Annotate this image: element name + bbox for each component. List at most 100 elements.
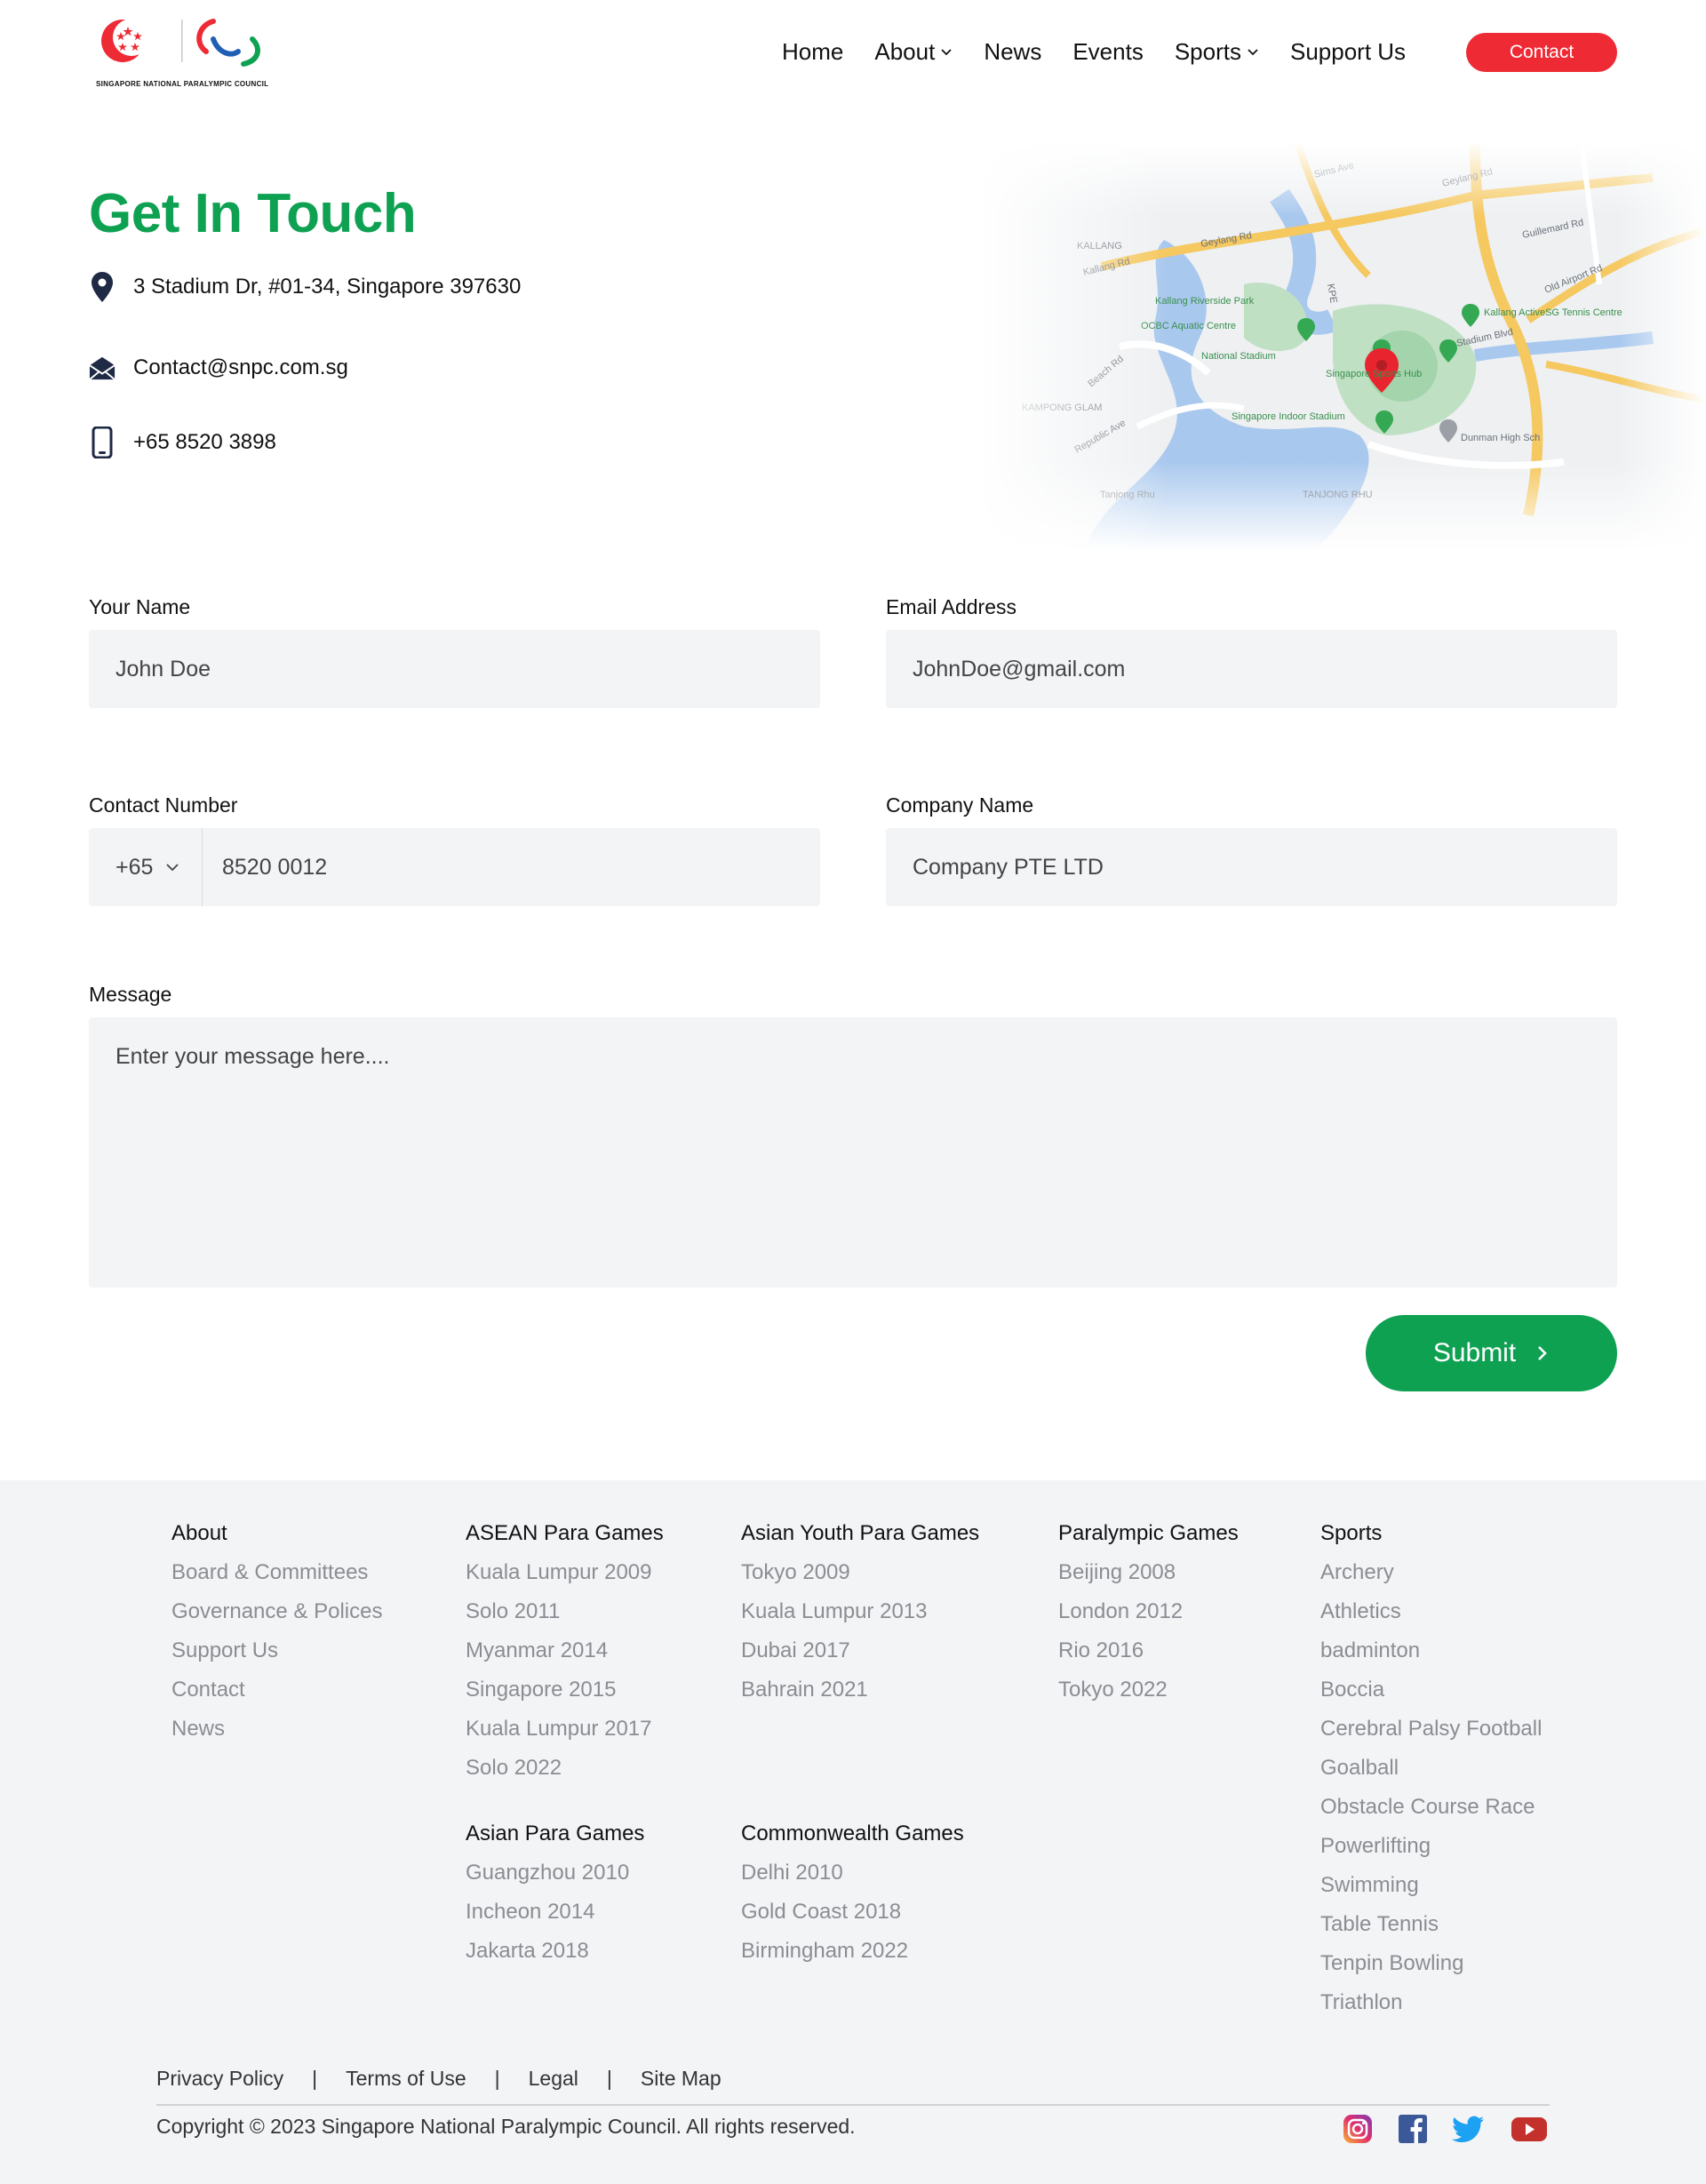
company-name-input[interactable]: Company PTE LTD xyxy=(886,828,1617,906)
privacy-policy-link[interactable]: Privacy Policy xyxy=(156,2067,283,2091)
country-code-value: +65 xyxy=(116,854,154,880)
footer-link[interactable]: Solo 2022 xyxy=(466,1749,664,1788)
twitter-icon[interactable] xyxy=(1452,2113,1484,2145)
map-label: OCBC Aquatic Centre xyxy=(1141,321,1236,331)
footer-divider xyxy=(156,2104,1550,2106)
site-header: SINGAPORE NATIONAL PARALYMPIC COUNCIL Ho… xyxy=(0,0,1706,107)
footer-link[interactable]: Solo 2011 xyxy=(466,1592,664,1631)
footer-heading: About xyxy=(171,1521,227,1545)
footer-link[interactable]: Governance & Polices xyxy=(171,1592,382,1631)
nav-about-label: About xyxy=(874,37,936,65)
message-label: Message xyxy=(89,983,172,1006)
contact-number-label: Contact Number xyxy=(89,793,238,817)
footer-link[interactable]: Incheon 2014 xyxy=(466,1893,644,1932)
footer-link[interactable]: Support Us xyxy=(171,1631,382,1670)
map-label: KAMPONG GLAM xyxy=(1022,403,1102,413)
legal-links: Privacy Policy | Terms of Use | Legal | … xyxy=(156,2067,721,2091)
footer-heading: Asian Youth Para Games xyxy=(741,1521,980,1545)
footer-link[interactable]: Guangzhou 2010 xyxy=(466,1853,644,1893)
footer-link[interactable]: News xyxy=(171,1710,382,1749)
copyright-text: Copyright © 2023 Singapore National Para… xyxy=(156,2115,856,2138)
main-nav: Home About News Events Sports Support Us xyxy=(782,32,1437,71)
legal-link[interactable]: Legal xyxy=(529,2067,578,2091)
footer-link[interactable]: Contact xyxy=(171,1670,382,1710)
footer-link[interactable]: Kuala Lumpur 2017 xyxy=(466,1710,664,1749)
nav-sports-label: Sports xyxy=(1174,37,1241,65)
footer-link[interactable]: Swimming xyxy=(1320,1866,1542,1905)
footer-link[interactable]: Triathlon xyxy=(1320,1983,1542,2022)
nav-support-us-label: Support Us xyxy=(1289,37,1407,65)
name-label: Your Name xyxy=(89,595,191,618)
nav-support-us[interactable]: Support Us xyxy=(1290,38,1406,66)
nav-events-label: Events xyxy=(1072,37,1144,65)
nav-news[interactable]: News xyxy=(984,38,1041,66)
country-code-select[interactable]: +65 xyxy=(89,828,203,906)
chevron-down-icon xyxy=(166,864,179,872)
footer-link[interactable]: Powerlifting xyxy=(1320,1827,1542,1866)
nav-about[interactable]: About xyxy=(874,38,953,66)
footer-link[interactable]: badminton xyxy=(1320,1631,1542,1670)
footer-link[interactable]: Table Tennis xyxy=(1320,1905,1542,1944)
footer-link[interactable]: Kuala Lumpur 2009 xyxy=(466,1553,664,1592)
location-pin-icon xyxy=(89,271,116,303)
nav-sports[interactable]: Sports xyxy=(1175,38,1259,66)
contact-button[interactable]: Contact xyxy=(1466,33,1617,72)
facebook-icon[interactable] xyxy=(1397,2113,1429,2145)
message-textarea[interactable]: Enter your message here.... xyxy=(89,1017,1617,1287)
footer-link[interactable]: Gold Coast 2018 xyxy=(741,1893,964,1932)
footer-link[interactable]: Rio 2016 xyxy=(1058,1631,1239,1670)
phone-text[interactable]: +65 8520 3898 xyxy=(133,430,276,455)
email-label: Email Address xyxy=(886,595,1017,618)
snpc-logo-mark xyxy=(101,19,260,67)
footer-link[interactable]: Goalball xyxy=(1320,1749,1542,1788)
footer-link[interactable]: Tokyo 2022 xyxy=(1058,1670,1239,1710)
footer-link[interactable]: Birmingham 2022 xyxy=(741,1932,964,1971)
footer-link[interactable]: Boccia xyxy=(1320,1670,1542,1710)
snpc-logo[interactable]: SINGAPORE NATIONAL PARALYMPIC COUNCIL xyxy=(96,12,270,92)
terms-of-use-link[interactable]: Terms of Use xyxy=(346,2067,466,2091)
footer-link[interactable]: Tenpin Bowling xyxy=(1320,1944,1542,1983)
footer-link[interactable]: Delhi 2010 xyxy=(741,1853,964,1893)
instagram-icon[interactable] xyxy=(1342,2113,1374,2145)
footer-link[interactable]: Bahrain 2021 xyxy=(741,1670,979,1710)
footer-link[interactable]: Tokyo 2009 xyxy=(741,1553,979,1592)
company-name-label: Company Name xyxy=(886,793,1034,817)
chevron-down-icon xyxy=(941,49,952,56)
nav-home-label: Home xyxy=(782,37,844,65)
chevron-down-icon xyxy=(1248,49,1258,56)
footer-link[interactable]: Board & Committees xyxy=(171,1553,382,1592)
name-input[interactable]: John Doe xyxy=(89,630,820,708)
address-text: 3 Stadium Dr, #01-34, Singapore 397630 xyxy=(133,275,522,299)
footer-link[interactable]: London 2012 xyxy=(1058,1592,1239,1631)
site-map-link[interactable]: Site Map xyxy=(641,2067,721,2091)
logo-caption: SINGAPORE NATIONAL PARALYMPIC COUNCIL xyxy=(96,80,269,88)
footer-heading: ASEAN Para Games xyxy=(466,1521,664,1545)
submit-button[interactable]: Submit xyxy=(1366,1315,1617,1391)
footer-link[interactable]: Myanmar 2014 xyxy=(466,1631,664,1670)
mobile-phone-icon xyxy=(89,426,116,458)
email-text[interactable]: Contact@snpc.com.sg xyxy=(133,355,348,380)
nav-events[interactable]: Events xyxy=(1072,38,1144,66)
footer-col-asean-para-games: ASEAN Para Games Kuala Lumpur 2009 Solo … xyxy=(466,1514,664,1788)
footer-link[interactable]: Archery xyxy=(1320,1553,1542,1592)
footer-link[interactable]: Singapore 2015 xyxy=(466,1670,664,1710)
email-row: Contact@snpc.com.sg xyxy=(89,352,348,384)
separator: | xyxy=(606,2067,612,2090)
footer-link[interactable]: Beijing 2008 xyxy=(1058,1553,1239,1592)
map-image: KALLANG Kallang Rd Geylang Rd Kallang Ri… xyxy=(977,142,1706,551)
footer-col-asian-para-games: Asian Para Games Guangzhou 2010 Incheon … xyxy=(466,1814,644,1971)
map-label: Kallang ActiveSG Tennis Centre xyxy=(1484,307,1622,318)
separator: | xyxy=(312,2067,318,2090)
nav-news-label: News xyxy=(984,37,1042,65)
footer-col-asian-youth-para-games: Asian Youth Para Games Tokyo 2009 Kuala … xyxy=(741,1514,979,1710)
footer-link[interactable]: Obstacle Course Race xyxy=(1320,1788,1542,1827)
location-map[interactable]: KALLANG Kallang Rd Geylang Rd Kallang Ri… xyxy=(977,142,1706,551)
youtube-icon[interactable] xyxy=(1511,2113,1547,2145)
footer-link[interactable]: Dubai 2017 xyxy=(741,1631,979,1670)
footer-link[interactable]: Cerebral Palsy Football xyxy=(1320,1710,1542,1749)
footer-link[interactable]: Kuala Lumpur 2013 xyxy=(741,1592,979,1631)
nav-home[interactable]: Home xyxy=(782,38,843,66)
footer-link[interactable]: Jakarta 2018 xyxy=(466,1932,644,1971)
footer-link[interactable]: Athletics xyxy=(1320,1592,1542,1631)
email-input[interactable]: JohnDoe@gmail.com xyxy=(886,630,1617,708)
